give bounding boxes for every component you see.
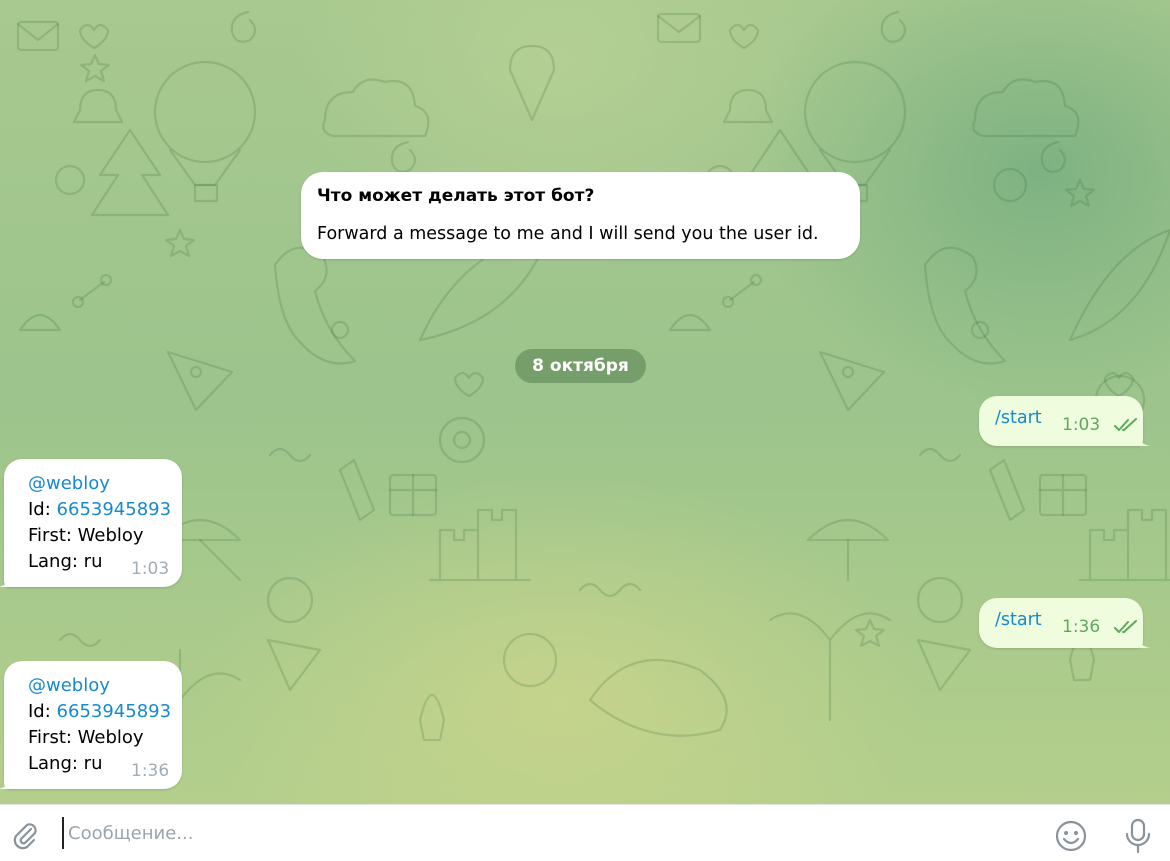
incoming-message[interactable]: @webloy Id: 6653945893 First: Webloy Lan… (0, 661, 182, 789)
message-time: 1:03 (1062, 415, 1101, 435)
message-composer (0, 804, 1170, 861)
message-time: 1:03 (131, 559, 170, 579)
chat-background: Что может делать этот бот? Forward a mes… (0, 0, 1170, 804)
user-id-line: Id: 6653945893 (28, 499, 171, 520)
outgoing-message[interactable]: /start 1:36 (979, 598, 1150, 648)
bubble-tail (0, 573, 12, 587)
bot-info-title: Что может делать этот бот? (317, 186, 595, 206)
first-name-line: First: Webloy (28, 525, 144, 546)
smile-icon[interactable] (1054, 819, 1088, 853)
user-id-value[interactable]: 6653945893 (57, 499, 172, 520)
bot-info-card: Что может делать этот бот? Forward a mes… (301, 172, 860, 259)
message-input[interactable] (62, 817, 1030, 849)
username-link[interactable]: @webloy (28, 675, 110, 696)
date-separator[interactable]: 8 октября (515, 349, 646, 383)
message-text[interactable]: /start (995, 408, 1042, 428)
language-line: Lang: ru (28, 753, 103, 774)
incoming-message[interactable]: @webloy Id: 6653945893 First: Webloy Lan… (0, 459, 182, 587)
user-id-label: Id: (28, 701, 51, 722)
username-link[interactable]: @webloy (28, 473, 110, 494)
message-time: 1:36 (1062, 617, 1101, 637)
user-id-value[interactable]: 6653945893 (57, 701, 172, 722)
first-name-line: First: Webloy (28, 727, 144, 748)
message-text[interactable]: /start (995, 610, 1042, 630)
paperclip-icon[interactable] (10, 820, 40, 850)
user-id-label: Id: (28, 499, 51, 520)
outgoing-message[interactable]: /start 1:03 (979, 396, 1150, 446)
bubble-tail (1136, 432, 1150, 446)
bubble-tail (0, 775, 12, 789)
double-check-icon (1114, 418, 1137, 431)
language-line: Lang: ru (28, 551, 103, 572)
bubble-tail (1136, 634, 1150, 648)
double-check-icon (1114, 620, 1137, 633)
bot-info-description: Forward a message to me and I will send … (317, 224, 819, 244)
microphone-icon[interactable] (1124, 818, 1152, 854)
message-time: 1:36 (131, 761, 170, 781)
user-id-line: Id: 6653945893 (28, 701, 171, 722)
